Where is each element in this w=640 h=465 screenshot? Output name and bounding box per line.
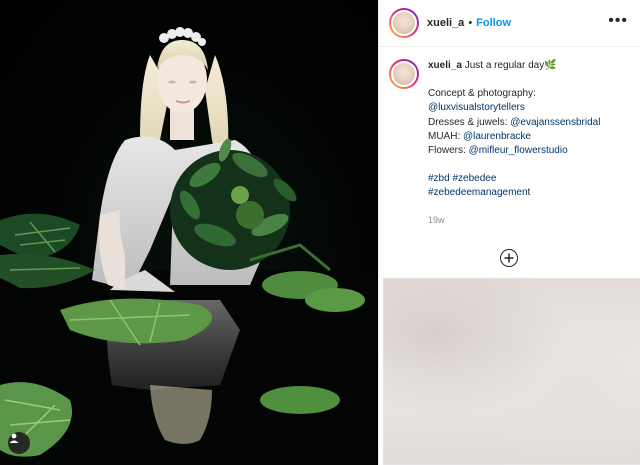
hashtag-link[interactable]: #zebedee: [452, 173, 496, 184]
load-more-comments-button[interactable]: [500, 249, 518, 267]
follow-button[interactable]: Follow: [476, 17, 511, 29]
hashtag-link[interactable]: #zebedeemanagement: [428, 187, 530, 198]
post-age: 19w: [428, 214, 445, 225]
more-options-icon[interactable]: •••: [608, 12, 628, 30]
user-tag-icon: [9, 433, 19, 443]
post-photo[interactable]: [0, 0, 376, 465]
photo-handle-link[interactable]: @luxvisualstorytellers: [428, 102, 525, 113]
header-username[interactable]: xueli_a: [427, 17, 464, 29]
caption-avatar[interactable]: [389, 59, 419, 89]
caption-line1: Just a regular day: [461, 60, 545, 71]
muah-label: MUAH:: [428, 130, 463, 142]
hashtag-link[interactable]: #zbd: [428, 173, 450, 184]
post-header: xueli_a • Follow •••: [379, 0, 640, 47]
blurred-content: [383, 278, 640, 465]
photo-illustration: [0, 27, 376, 465]
muah-handle-link[interactable]: @laurenbracke: [463, 131, 531, 142]
credits-title: Concept & photography:: [428, 88, 536, 100]
caption-username[interactable]: xueli_a: [428, 60, 462, 71]
dresses-handle-link[interactable]: @evajanssensbridal: [510, 117, 600, 128]
caption-body: xueli_a Just a regular day🌿 Concept & ph…: [428, 59, 630, 227]
caption-comment: xueli_a Just a regular day🌿 Concept & ph…: [379, 47, 640, 227]
leaf-emoji: 🌿: [544, 60, 557, 71]
user-tag-button[interactable]: [8, 432, 30, 454]
flowers-handle-link[interactable]: @mifleur_flowerstudio: [469, 145, 568, 156]
dresses-label: Dresses & juwels:: [428, 116, 511, 128]
header-separator: •: [468, 17, 473, 29]
post-side-panel: xueli_a • Follow ••• xueli_a Just a regu…: [378, 0, 640, 465]
plus-circle-icon: [504, 253, 514, 263]
flowers-label: Flowers:: [428, 145, 469, 157]
avatar[interactable]: [389, 8, 419, 38]
